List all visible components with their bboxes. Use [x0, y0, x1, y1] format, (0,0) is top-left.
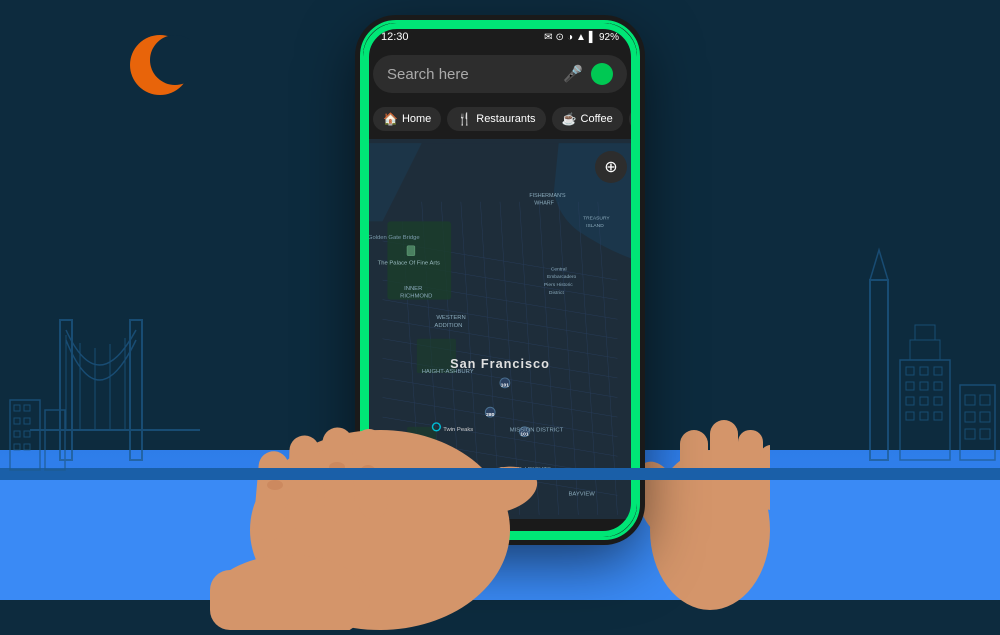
chip-home[interactable]: 🏠 Home	[373, 107, 441, 131]
category-chips: 🏠 Home 🍴 Restaurants ☕ Coffee 🍸 B...	[363, 101, 637, 139]
restaurants-chip-icon: 🍴	[457, 112, 472, 126]
svg-text:FISHERMAN'S: FISHERMAN'S	[529, 193, 566, 199]
home-chip-icon: 🏠	[383, 112, 398, 126]
dnd-icon: ◑	[567, 32, 573, 43]
status-bar: 12:30 ✉ ⊙ ◑ ▲ ▌ 92%	[363, 23, 637, 47]
layers-button[interactable]: ⊕	[595, 151, 627, 183]
svg-text:Embarcadero: Embarcadero	[547, 274, 577, 280]
svg-text:Piers Historic: Piers Historic	[544, 282, 573, 288]
search-bar[interactable]: Search here 🎤	[373, 55, 627, 93]
svg-text:TREASURY: TREASURY	[583, 215, 610, 221]
chip-restaurants[interactable]: 🍴 Restaurants	[447, 107, 545, 131]
svg-text:Golden Gate Bridge: Golden Gate Bridge	[368, 235, 420, 241]
coffee-chip-icon: ☕	[562, 112, 577, 126]
ground-line	[0, 468, 1000, 480]
search-bar-area: Search here 🎤	[363, 47, 637, 101]
moon-icon	[120, 30, 190, 100]
svg-text:RICHMOND: RICHMOND	[400, 294, 432, 300]
microphone-icon[interactable]: 🎤	[563, 64, 583, 84]
time-display: 12:30	[381, 31, 409, 43]
svg-text:INNER: INNER	[404, 286, 422, 292]
layers-icon: ⊕	[604, 157, 617, 177]
phone-scene: 12:30 ✉ ⊙ ◑ ▲ ▌ 92% Search here 🎤 🏠 Home	[290, 20, 710, 580]
status-icons: ✉ ⊙ ◑ ▲ ▌ 92%	[544, 32, 619, 43]
search-placeholder: Search here	[387, 66, 555, 83]
chip-coffee-label: Coffee	[581, 113, 613, 125]
svg-text:Central: Central	[551, 266, 567, 272]
mail-icon: ✉	[544, 32, 552, 43]
svg-text:WHARF: WHARF	[534, 201, 554, 207]
chip-home-label: Home	[402, 113, 431, 125]
svg-text:District: District	[549, 290, 565, 296]
chip-restaurants-label: Restaurants	[476, 113, 535, 125]
svg-text:The Palace Of Fine Arts: The Palace Of Fine Arts	[378, 260, 440, 266]
chip-coffee[interactable]: ☕ Coffee	[552, 107, 623, 131]
active-indicator	[591, 63, 613, 85]
svg-text:BAYVIEW: BAYVIEW	[569, 491, 596, 497]
wifi-icon: ▲	[576, 32, 586, 43]
location-icon: ⊙	[556, 32, 564, 43]
battery-display: 92%	[599, 32, 619, 43]
chip-bars[interactable]: 🍸 B...	[629, 107, 637, 131]
svg-text:ISLAND: ISLAND	[586, 223, 604, 229]
signal-icon: ▌	[589, 32, 596, 43]
